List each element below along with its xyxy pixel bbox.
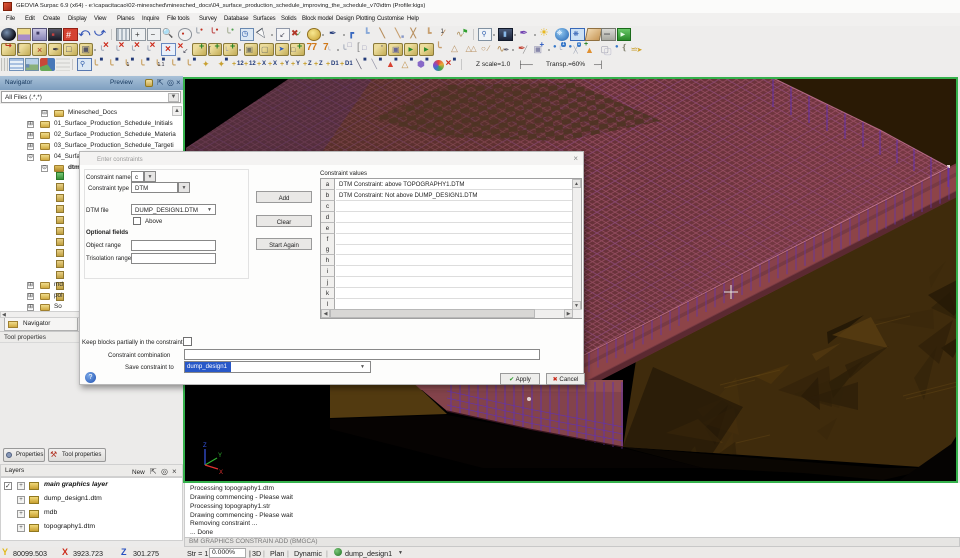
svg-text:X: X [219, 470, 223, 476]
svg-text:Z: Z [203, 443, 207, 449]
svg-text:Y: Y [218, 453, 222, 459]
